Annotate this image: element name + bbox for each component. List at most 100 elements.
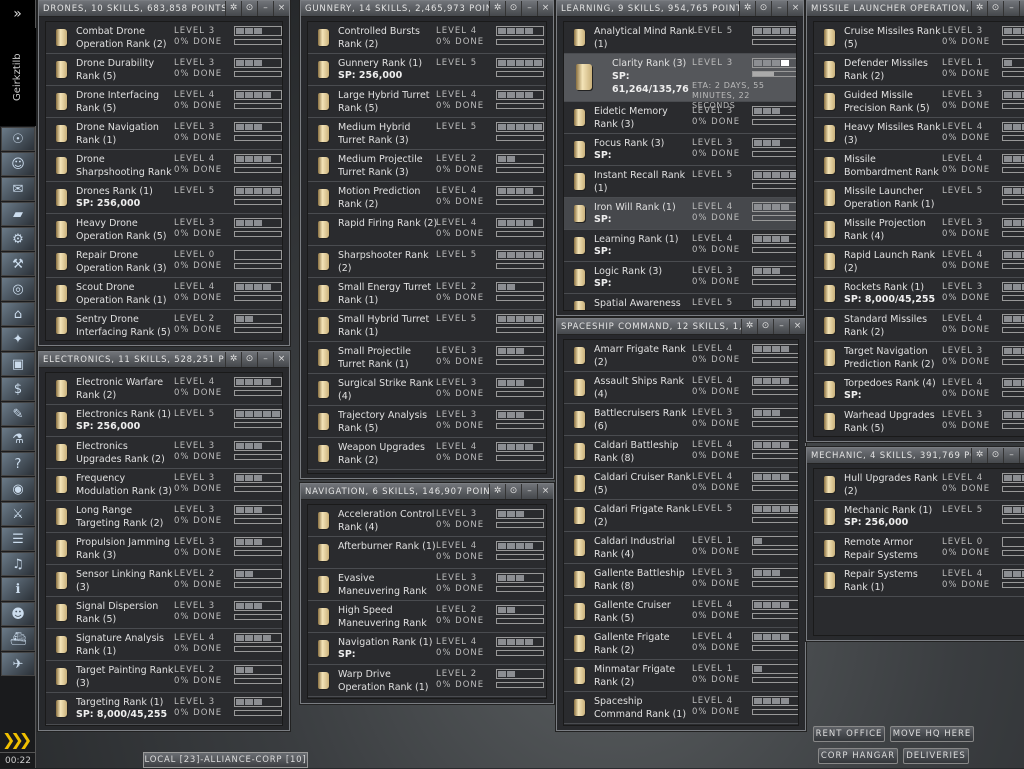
skill-row[interactable]: Caldari Battleship Rank (8) LEVEL 4 0% DON… [564,436,798,468]
journal-icon[interactable]: ☰ [1,527,35,551]
skill-row[interactable]: Drone Sharpshooting Rank (1)LEVEL 40% DO… [46,150,282,182]
minimize-icon[interactable]: – [773,319,789,334]
move-hq-button[interactable]: MOVE HQ HERE [890,726,974,742]
science-icon[interactable]: ⚗ [1,427,35,451]
skill-row[interactable]: Target Navigation Prediction Rank (2) LEV… [814,342,1024,374]
skill-row[interactable]: Repair Drone Operation Rank (3) LEVEL 0 0%… [46,246,282,278]
skill-row[interactable]: Heavy Missiles Rank (3) LEVEL 4 0% DONE [814,118,1024,150]
skill-row[interactable]: Combat Drone Operation Rank (2) LEVEL 3 0%… [46,22,282,54]
skill-row[interactable]: Eidetic Memory Rank (3) LEVEL 3 0% DONE [564,102,796,134]
skill-row[interactable]: Sentry Drone Interfacing Rank (5) LEVEL 2… [46,310,282,340]
settings-icon[interactable]: ⊙ [241,1,257,16]
mail-icon[interactable]: ✉ [1,177,35,201]
contracts-icon[interactable]: ✎ [1,402,35,426]
skill-row[interactable]: Amarr Frigate Rank (2) LEVEL 4 0% DONE [564,340,798,372]
skill-row[interactable]: Missile Projection Rank (4) LEVEL 3 0% DON… [814,214,1024,246]
skill-row[interactable]: Drone Navigation Rank (1) LEVEL 3 0% DONE [46,118,282,150]
skill-row[interactable]: Electronics Upgrades Rank (2) LEVEL 3 0% D… [46,437,282,469]
close-icon[interactable]: × [787,1,803,16]
skill-row[interactable]: Targeting Rank (1) SP: 8,000/45,255 LEVEL … [46,693,282,725]
skill-row[interactable]: Iron Will Rank (1) SP: LEVEL 4 0% DONE [564,198,796,230]
skill-row[interactable]: Target Painting Rank (3) LEVEL 2 0% DONE [46,661,282,693]
skill-row[interactable]: Caldari Cruiser Rank (5) LEVEL 4 0% DONE [564,468,798,500]
skill-row[interactable]: Instant Recall Rank (1) LEVEL 5 [564,166,796,198]
settings-icon[interactable]: ⊙ [505,484,521,499]
skill-row[interactable]: Electronic Warfare Rank (2) LEVEL 4 0% DON… [46,373,282,405]
skill-row[interactable]: Logic Rank (3) SP: LEVEL 3 0% DONE [564,262,796,294]
skill-row[interactable]: Missile Bombardment Rank (2)LEVEL 40% DO… [814,150,1024,182]
settings-icon[interactable]: ⊙ [987,1,1003,16]
skill-row[interactable]: Drone Interfacing Rank (5) LEVEL 4 0% DONE [46,86,282,118]
skill-row[interactable]: Electronics Rank (1) SP: 256,000 LEVEL 5 [46,405,282,437]
deliveries-button[interactable]: DELIVERIES [903,748,969,764]
skill-row[interactable]: Remote Armor Repair Systems LEVEL 0 0% DON… [814,533,1024,565]
drones-icon[interactable]: ✈ [1,652,35,676]
minimize-icon[interactable]: – [257,352,273,367]
skill-row[interactable]: Signal Dispersion Rank (5) LEVEL 3 0% DONE [46,597,282,629]
info-icon[interactable]: ℹ [1,577,35,601]
minimize-icon[interactable]: – [1003,1,1019,16]
skill-row[interactable]: Drones Rank (1) SP: 256,000 LEVEL 5 [46,182,282,214]
minimize-icon[interactable]: – [521,484,537,499]
settings-icon[interactable]: ⊙ [757,319,773,334]
double-chevron-right-icon[interactable]: » [0,0,35,28]
skill-row[interactable]: Scout Drone Operation Rank (1) LEVEL 4 0% … [46,278,282,310]
skill-row[interactable]: Propulsion Jamming Rank (3) LEVEL 3 0% DON… [46,533,282,565]
skill-row[interactable]: Rapid Firing Rank (2) LEVEL 4 0% DONE [308,214,546,246]
corp-hangar-button[interactable]: CORP HANGAR [818,748,898,764]
map-icon[interactable]: ◎ [1,277,35,301]
skill-row[interactable]: Drone Durability Rank (5) LEVEL 3 0% DONE [46,54,282,86]
pin-icon[interactable]: ✲ [739,1,755,16]
expand-arrows-icon[interactable]: ❯❯❯ [2,730,34,750]
skill-row[interactable]: Warp Drive Operation Rank (1) LEVEL 2 0% D… [308,665,546,697]
skill-row[interactable]: Medium Projectile Turret Rank (3) LEVEL 2… [308,150,546,182]
skill-row[interactable]: Spaceship Command Rank (1) LEVEL 4 0% DONE [564,692,798,724]
skill-row[interactable]: Gallente Battleship Rank (8) LEVEL 3 0% DO… [564,564,798,596]
close-icon[interactable]: × [1019,1,1024,16]
skill-row[interactable]: Spatial Awareness LEVEL 5 [564,294,796,310]
skill-row[interactable]: Guided Missile Precision Rank (5) LEVEL 3… [814,86,1024,118]
skill-row[interactable]: Battlecruisers Rank (6) LEVEL 3 0% DONE [564,404,798,436]
close-icon[interactable]: × [537,1,553,16]
skill-row[interactable]: Surgical Strike Rank (4) LEVEL 3 0% DONE [308,374,546,406]
minimize-icon[interactable]: – [521,1,537,16]
chat-channel-local[interactable]: LOCAL [23]-ALLIANCE-CORP [10] [143,752,308,768]
skill-row[interactable]: Small Energy Turret Rank (1) LEVEL 2 0% DO… [308,278,546,310]
industry-icon[interactable]: ⚒ [1,252,35,276]
assets-icon[interactable]: ▣ [1,352,35,376]
window-header[interactable]: NAVIGATION, 6 SKILLS, 146,907 POINTS ✲ ⊙ – × [301,484,553,500]
skill-row[interactable]: Frequency Modulation Rank (3) LEVEL 3 0% D… [46,469,282,501]
minimize-icon[interactable]: – [257,1,273,16]
pin-icon[interactable]: ✲ [225,1,241,16]
skill-row[interactable]: Weapon Upgrades Rank (2) LEVEL 4 0% DONE [308,438,546,470]
skill-row[interactable]: Afterburner Rank (1) LEVEL 4 0% DONE [308,537,546,569]
close-icon[interactable]: × [1019,448,1024,463]
skill-row[interactable]: Gunnery Rank (1) SP: 256,000 LEVEL 5 [308,54,546,86]
skill-row[interactable]: Missile Launcher Operation Rank (1) LEVEL… [814,182,1024,214]
rent-office-button[interactable]: RENT OFFICE [813,726,885,742]
skill-row[interactable]: Acceleration Control Rank (4) LEVEL 3 0% D… [308,505,546,537]
skill-row[interactable]: Hull Upgrades Rank (2) LEVEL 4 0% DONE [814,469,1024,501]
settings-icon[interactable]: ⊙ [755,1,771,16]
skill-row[interactable]: Evasive Maneuvering Rank (2) LEVEL 30% DO… [308,569,546,601]
close-icon[interactable]: × [537,484,553,499]
skill-row[interactable]: Focus Rank (3) SP: LEVEL 3 0% DONE [564,134,796,166]
music-icon[interactable]: ♫ [1,552,35,576]
pin-icon[interactable]: ✲ [225,352,241,367]
skill-row[interactable]: Warhead Upgrades Rank (5) LEVEL 3 0% DONE [814,406,1024,436]
skill-row[interactable]: Gallente Frigate Rank (2) LEVEL 4 0% DONE [564,628,798,660]
character-sheet-icon[interactable]: ☉ [1,127,35,151]
skill-row[interactable]: Motion Prediction Rank (2) LEVEL 4 0% DONE [308,182,546,214]
skill-row[interactable]: Clarity Rank (3) SP: 61,264/135,76 LEVEL 3… [564,54,796,110]
skill-row[interactable]: Minmatar Frigate Rank (2) LEVEL 1 0% DONE [564,660,798,692]
skill-row[interactable]: Small Hybrid Turret Rank (1) LEVEL 5 [308,310,546,342]
skill-row[interactable]: Sensor Linking Rank (3) LEVEL 2 0% DONE [46,565,282,597]
skill-row[interactable]: Rapid Launch Rank (2) LEVEL 4 0% DONE [814,246,1024,278]
window-header[interactable]: GUNNERY, 14 SKILLS, 2,465,973 POINTS ✲ ⊙ – × [301,1,553,17]
corporation-icon[interactable]: ⌂ [1,302,35,326]
skill-row[interactable]: Gallente Cruiser Rank (5) LEVEL 4 0% DONE [564,596,798,628]
skill-row[interactable]: Learning Rank (1) SP: LEVEL 4 0% DONE [564,230,796,262]
skill-row[interactable]: Rockets Rank (1) SP: 8,000/45,255 LEVEL 30… [814,278,1024,310]
skill-row[interactable]: Cruise Missiles Rank (5) LEVEL 3 0% DONE [814,22,1024,54]
settings-icon[interactable]: ⊙ [987,448,1003,463]
